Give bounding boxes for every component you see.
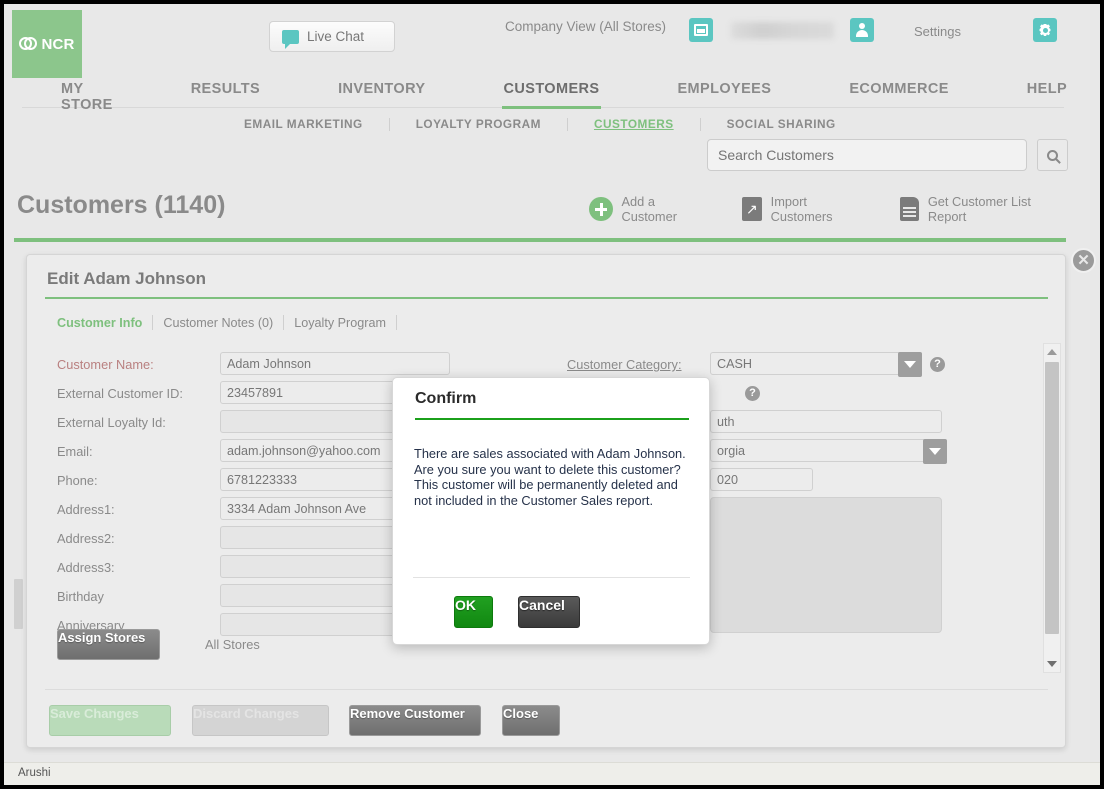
modal-scrollbar-thumb[interactable] xyxy=(1045,362,1059,634)
status-bar-text: Arushi xyxy=(18,767,51,779)
gear-icon[interactable] xyxy=(1033,18,1057,42)
document-list-icon xyxy=(900,197,919,221)
import-customers-label: Import Customers xyxy=(770,194,833,224)
subnav-item-social-sharing[interactable]: SOCIAL SHARING xyxy=(727,117,836,131)
nav-item-customers[interactable]: CUSTOMERS xyxy=(501,76,602,109)
all-stores-text: All Stores xyxy=(205,637,260,652)
live-chat-button[interactable]: Live Chat xyxy=(269,21,395,52)
logo-text: NCR xyxy=(41,35,75,53)
close-modal-button[interactable]: Close xyxy=(502,705,560,736)
notes-textarea[interactable] xyxy=(710,497,942,633)
ncr-logo[interactable]: NCR xyxy=(12,10,82,78)
tab-customer-notes[interactable]: Customer Notes (0) xyxy=(153,316,283,330)
save-changes-button[interactable]: Save Changes xyxy=(49,705,171,736)
add-customer-label: Add a Customer xyxy=(621,194,677,224)
subnav-divider xyxy=(388,117,390,131)
subnav-item-email-marketing[interactable]: EMAIL MARKETING xyxy=(244,117,363,131)
confirm-footer-divider xyxy=(413,577,690,578)
input-city[interactable] xyxy=(710,410,942,433)
top-bar: NCR Live Chat Company View (All Stores) … xyxy=(4,4,1100,78)
state-dropdown-arrow[interactable] xyxy=(923,439,947,464)
nav-item-my-store[interactable]: MY STORE xyxy=(61,76,113,113)
nav-item-ecommerce[interactable]: ECOMMERCE xyxy=(849,76,948,108)
confirm-title-divider xyxy=(415,418,689,420)
app-page: NCR Live Chat Company View (All Stores) … xyxy=(4,4,1100,785)
search-button[interactable] xyxy=(1037,139,1068,171)
confirm-cancel-button[interactable]: Cancel xyxy=(518,596,580,628)
nav-item-help[interactable]: HELP xyxy=(1027,76,1067,108)
label-email: Email: xyxy=(57,444,93,459)
subnav-item-loyalty-program[interactable]: LOYALTY PROGRAM xyxy=(416,117,541,131)
chat-bubble-icon xyxy=(282,29,299,49)
modal-title-divider xyxy=(45,297,1048,299)
customer-category-dropdown-arrow[interactable] xyxy=(898,352,922,377)
input-state[interactable] xyxy=(710,439,942,462)
company-view-label: Company View (All Stores) xyxy=(505,19,667,34)
tab-divider xyxy=(395,315,397,330)
label-address1: Address1: xyxy=(57,502,115,517)
page-title: Customers (1140) xyxy=(17,191,226,219)
tab-customer-info[interactable]: Customer Info xyxy=(57,316,152,330)
label-customer-name: Customer Name: xyxy=(57,357,154,372)
subnav-item-customers[interactable]: CUSTOMERS xyxy=(594,117,674,131)
tab-loyalty-program[interactable]: Loyalty Program xyxy=(284,316,396,330)
subnav-divider xyxy=(566,117,568,131)
nav-item-employees[interactable]: EMPLOYEES xyxy=(677,76,771,108)
search-input[interactable] xyxy=(707,139,1027,171)
live-chat-label: Live Chat xyxy=(307,29,365,44)
label-external-customer-id: External Customer ID: xyxy=(57,386,183,401)
help-icon-category[interactable]: ? xyxy=(930,357,945,372)
scroll-down-arrow-icon[interactable] xyxy=(1044,656,1060,672)
page-scrollbar-thumb[interactable] xyxy=(14,579,23,629)
modal-tabs: Customer Info Customer Notes (0) Loyalty… xyxy=(57,315,397,330)
modal-footer-divider xyxy=(45,689,1048,690)
search-icon xyxy=(1047,149,1058,161)
confirm-ok-button[interactable]: OK xyxy=(454,596,493,628)
discard-changes-button[interactable]: Discard Changes xyxy=(192,705,329,736)
title-divider xyxy=(14,238,1066,242)
label-phone: Phone: xyxy=(57,473,98,488)
label-external-loyalty-id: External Loyalty Id: xyxy=(57,415,166,430)
label-address2: Address2: xyxy=(57,531,115,546)
label-birthday: Birthday xyxy=(57,589,104,604)
input-customer-category[interactable] xyxy=(710,352,917,375)
report-label: Get Customer List Report xyxy=(927,194,1031,224)
label-customer-category[interactable]: Customer Category: xyxy=(567,357,682,372)
sub-nav: EMAIL MARKETING LOYALTY PROGRAM CUSTOMER… xyxy=(22,110,1064,138)
status-bar: Arushi xyxy=(4,762,1100,785)
input-zip[interactable] xyxy=(710,468,813,491)
remove-customer-button[interactable]: Remove Customer xyxy=(349,705,481,736)
plus-circle-icon xyxy=(589,197,613,221)
modal-title: Edit Adam Johnson xyxy=(47,269,206,288)
assign-stores-button[interactable]: Assign Stores xyxy=(57,629,160,660)
modal-scrollbar[interactable] xyxy=(1043,343,1061,673)
add-customer-button[interactable]: Add a Customer xyxy=(589,194,712,224)
store-icon[interactable] xyxy=(689,18,713,42)
import-arrow-icon xyxy=(742,197,762,221)
confirm-dialog: Confirm There are sales associated with … xyxy=(392,377,710,645)
help-icon-secondary[interactable]: ? xyxy=(745,386,760,401)
confirm-message: There are sales associated with Adam Joh… xyxy=(414,446,686,508)
input-customer-name[interactable] xyxy=(220,352,450,375)
import-customers-button[interactable]: Import Customers xyxy=(742,194,870,224)
scroll-up-arrow-icon[interactable] xyxy=(1044,344,1060,360)
confirm-title: Confirm xyxy=(415,390,477,407)
get-customer-list-report-button[interactable]: Get Customer List Report xyxy=(900,194,1070,224)
modal-close-button[interactable]: ✕ xyxy=(1071,248,1096,273)
label-address3: Address3: xyxy=(57,560,115,575)
ncr-rings-icon xyxy=(19,37,39,51)
nav-item-results[interactable]: RESULTS xyxy=(191,76,260,108)
user-icon[interactable] xyxy=(850,18,874,42)
nav-item-inventory[interactable]: INVENTORY xyxy=(338,76,425,108)
subnav-divider xyxy=(699,117,701,131)
settings-label[interactable]: Settings xyxy=(914,24,961,39)
page-actions: Add a Customer Import Customers Get Cust… xyxy=(589,194,1100,224)
main-nav: MY STORE RESULTS INVENTORY CUSTOMERS EMP… xyxy=(22,76,1067,113)
username-redacted xyxy=(731,22,834,39)
